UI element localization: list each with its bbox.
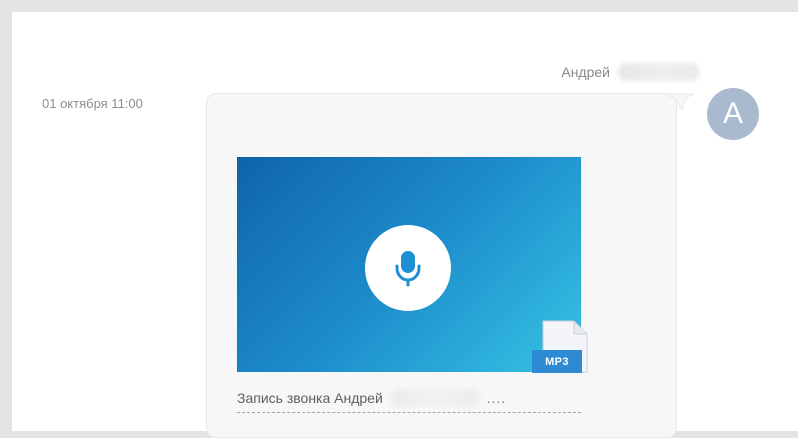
mp3-file-badge-label: MP3 [532, 350, 582, 373]
avatar-letter: А [722, 97, 743, 130]
attachment-title[interactable]: Запись звонка Андрей .... [237, 389, 581, 408]
author-name-redaction [618, 63, 700, 81]
microphone-button[interactable] [365, 225, 451, 311]
message-timestamp: 01 октября 11:00 [42, 96, 143, 111]
message-bubble-tail [668, 93, 695, 112]
attachment-title-ellipsis: .... [486, 390, 507, 407]
message-author-name: Андрей [561, 64, 610, 80]
microphone-icon [395, 251, 421, 287]
attachment-title-redaction [390, 389, 479, 408]
attachment-title-underline [237, 412, 581, 413]
user-avatar[interactable]: А [707, 88, 759, 140]
attachment-title-text: Запись звонка Андрей [237, 390, 383, 407]
message-author-row: Андрей [561, 63, 700, 81]
